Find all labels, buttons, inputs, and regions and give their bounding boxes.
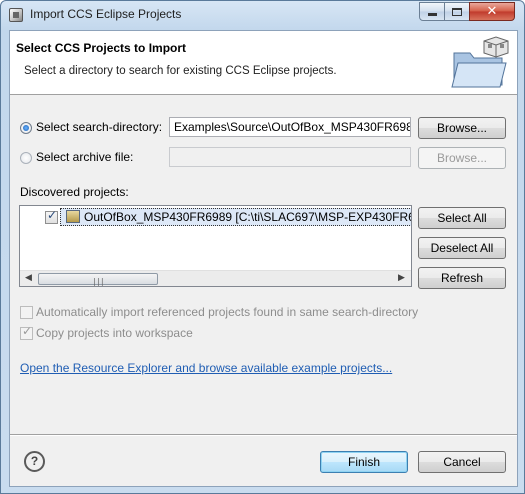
archive-file-label: Select archive file: xyxy=(36,150,134,164)
refresh-button[interactable]: Refresh xyxy=(418,267,506,289)
close-button[interactable]: ✕ xyxy=(469,2,515,21)
project-name: OutOfBox_MSP430FR6989 [C:\ti\SLAC697\MSP… xyxy=(84,210,412,224)
browse-directory-button[interactable]: Browse... xyxy=(418,117,506,139)
discovered-projects-label: Discovered projects: xyxy=(20,185,129,199)
import-folder-icon xyxy=(451,36,509,88)
horizontal-scrollbar[interactable]: ◀ ||| ▶ xyxy=(20,270,411,286)
maximize-button[interactable] xyxy=(444,2,470,21)
project-list[interactable]: ✓ OutOfBox_MSP430FR6989 [C:\ti\SLAC697\M… xyxy=(19,205,412,287)
minimize-icon xyxy=(427,13,437,16)
select-all-button[interactable]: Select All xyxy=(418,207,506,229)
footer-separator xyxy=(10,434,517,435)
auto-import-checkbox[interactable] xyxy=(20,306,33,319)
banner-title: Select CCS Projects to Import xyxy=(16,41,187,55)
scroll-right-icon[interactable]: ▶ xyxy=(398,273,405,283)
copy-projects-checkbox[interactable]: ✓ xyxy=(20,324,33,340)
eclipse-app-icon xyxy=(9,8,23,22)
cancel-button[interactable]: Cancel xyxy=(418,451,506,473)
title-bar[interactable]: Import CCS Eclipse Projects ✕ xyxy=(1,1,524,30)
search-directory-input[interactable]: Examples\Source\OutOfBox_MSP430FR6989 xyxy=(169,117,411,137)
finish-button[interactable]: Finish xyxy=(320,451,408,473)
list-item[interactable]: ✓ OutOfBox_MSP430FR6989 [C:\ti\SLAC697\M… xyxy=(20,208,411,226)
archive-file-input[interactable] xyxy=(169,147,411,167)
browse-archive-button[interactable]: Browse... xyxy=(418,147,506,169)
search-directory-label: Select search-directory: xyxy=(36,120,163,134)
project-checkbox[interactable]: ✓ xyxy=(45,208,58,224)
copy-projects-label: Copy projects into workspace xyxy=(36,326,193,340)
deselect-all-button[interactable]: Deselect All xyxy=(418,237,506,259)
auto-import-label: Automatically import referenced projects… xyxy=(36,305,419,319)
grip-icon: ||| xyxy=(92,277,104,286)
dialog-body: Select CCS Projects to Import Select a d… xyxy=(9,30,518,487)
import-dialog: Import CCS Eclipse Projects ✕ Select CCS… xyxy=(0,0,525,494)
project-folder-icon xyxy=(66,210,80,223)
archive-file-radio[interactable] xyxy=(20,152,32,164)
close-icon: ✕ xyxy=(486,4,498,19)
wizard-banner: Select CCS Projects to Import Select a d… xyxy=(10,31,517,95)
checkmark-icon: ✓ xyxy=(47,208,58,222)
minimize-button[interactable] xyxy=(419,2,445,21)
scroll-left-icon[interactable]: ◀ xyxy=(25,273,32,283)
search-directory-radio[interactable] xyxy=(20,122,32,134)
maximize-icon xyxy=(452,7,462,16)
window-title: Import CCS Eclipse Projects xyxy=(30,7,182,21)
help-icon[interactable]: ? xyxy=(24,451,45,472)
scroll-thumb[interactable]: ||| xyxy=(38,273,158,286)
banner-description: Select a directory to search for existin… xyxy=(24,65,337,77)
checkmark-icon: ✓ xyxy=(22,324,33,338)
resource-explorer-link[interactable]: Open the Resource Explorer and browse av… xyxy=(20,361,392,375)
